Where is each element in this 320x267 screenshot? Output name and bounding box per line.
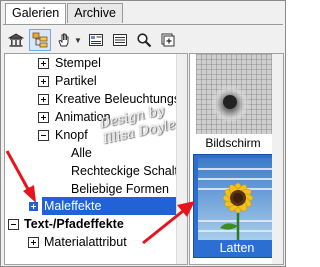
- tree-item-label: Animation: [55, 110, 111, 124]
- tree-item-rechteckige-schalt[interactable]: Rechteckige Schalt: [5, 162, 187, 180]
- tree-item-label: Beliebige Formen: [71, 182, 169, 196]
- tree-item-animation[interactable]: Animation: [5, 108, 187, 126]
- expand-plus-icon[interactable]: [28, 201, 39, 212]
- tree-item-label: Stempel: [55, 56, 101, 70]
- details-icon: [113, 34, 127, 46]
- tab-bar: Galerien Archive: [5, 3, 124, 25]
- expand-plus-icon[interactable]: [28, 237, 39, 248]
- search-button[interactable]: [133, 29, 155, 51]
- tree-item-alle[interactable]: Alle: [5, 144, 187, 162]
- latten-thumbnail[interactable]: Latten: [193, 154, 281, 258]
- tree-item-label: Materialattribut: [44, 235, 127, 249]
- tree-item-kreative-beleuchtungs[interactable]: Kreative Beleuchtungs: [5, 90, 187, 108]
- bildschirm-thumbnail[interactable]: [196, 54, 272, 134]
- thumbnail-scrollbar[interactable]: [272, 54, 283, 264]
- tab-archive[interactable]: Archive: [67, 3, 123, 23]
- tree-item-label: Maleffekte: [42, 197, 177, 215]
- tree-item-stempel[interactable]: Stempel: [5, 54, 187, 72]
- tree-item-label: Knopf: [55, 128, 88, 142]
- search-icon: [137, 33, 152, 48]
- sunflower-image: [198, 158, 276, 240]
- tile-view-icon: [89, 34, 103, 46]
- tile-view-button[interactable]: [85, 29, 107, 51]
- tree-view-icon: [32, 32, 48, 48]
- thumbnail-panel[interactable]: Bildschirm Latten: [189, 53, 284, 265]
- thumbnail-caption: Bildschirm: [205, 136, 261, 150]
- tree-item-materialattribut[interactable]: Materialattribut: [5, 233, 187, 251]
- tree-item-label: Text-/Pfadeffekte: [24, 217, 124, 231]
- expand-plus-icon[interactable]: [38, 94, 49, 105]
- gallery-panel: Galerien Archive ▼ Stempel Partikel Krea…: [0, 0, 286, 267]
- toolbar: ▼: [5, 28, 181, 52]
- tree-item-label: Kreative Beleuchtungs: [55, 92, 181, 106]
- tab-divider: [3, 24, 283, 25]
- tab-galerien[interactable]: Galerien: [5, 3, 67, 25]
- expand-plus-icon[interactable]: [38, 112, 49, 123]
- tree-view-button[interactable]: [29, 29, 51, 51]
- tree-item-label: Rechteckige Schalt: [71, 164, 179, 178]
- add-gallery-icon: [161, 33, 175, 47]
- collapse-minus-icon[interactable]: [38, 130, 49, 141]
- expand-plus-icon[interactable]: [38, 58, 49, 69]
- tree-item-label: Partikel: [55, 74, 97, 88]
- tree-item-maleffekte[interactable]: Maleffekte: [5, 197, 187, 215]
- hand-button[interactable]: [53, 29, 75, 51]
- tree-item-text-pfadeffekte[interactable]: Text-/Pfadeffekte: [5, 215, 187, 233]
- expand-plus-icon[interactable]: [38, 76, 49, 87]
- add-gallery-button[interactable]: [157, 29, 179, 51]
- gallery-tree[interactable]: Stempel Partikel Kreative Beleuchtungs A…: [4, 53, 188, 265]
- tree-scrollbar[interactable]: [176, 54, 187, 264]
- tree-item-partikel[interactable]: Partikel: [5, 72, 187, 90]
- library-icon: [8, 33, 24, 47]
- tree-item-beliebige-formen[interactable]: Beliebige Formen: [5, 180, 187, 198]
- tree-item-label: Alle: [71, 146, 92, 160]
- library-button[interactable]: [5, 29, 27, 51]
- tree-item-knopf[interactable]: Knopf: [5, 126, 187, 144]
- details-button[interactable]: [109, 29, 131, 51]
- hand-icon: [58, 33, 69, 47]
- collapse-minus-icon[interactable]: [8, 219, 19, 230]
- thumbnail-caption: Latten: [219, 241, 255, 255]
- dropdown-arrow-icon[interactable]: ▼: [74, 36, 82, 45]
